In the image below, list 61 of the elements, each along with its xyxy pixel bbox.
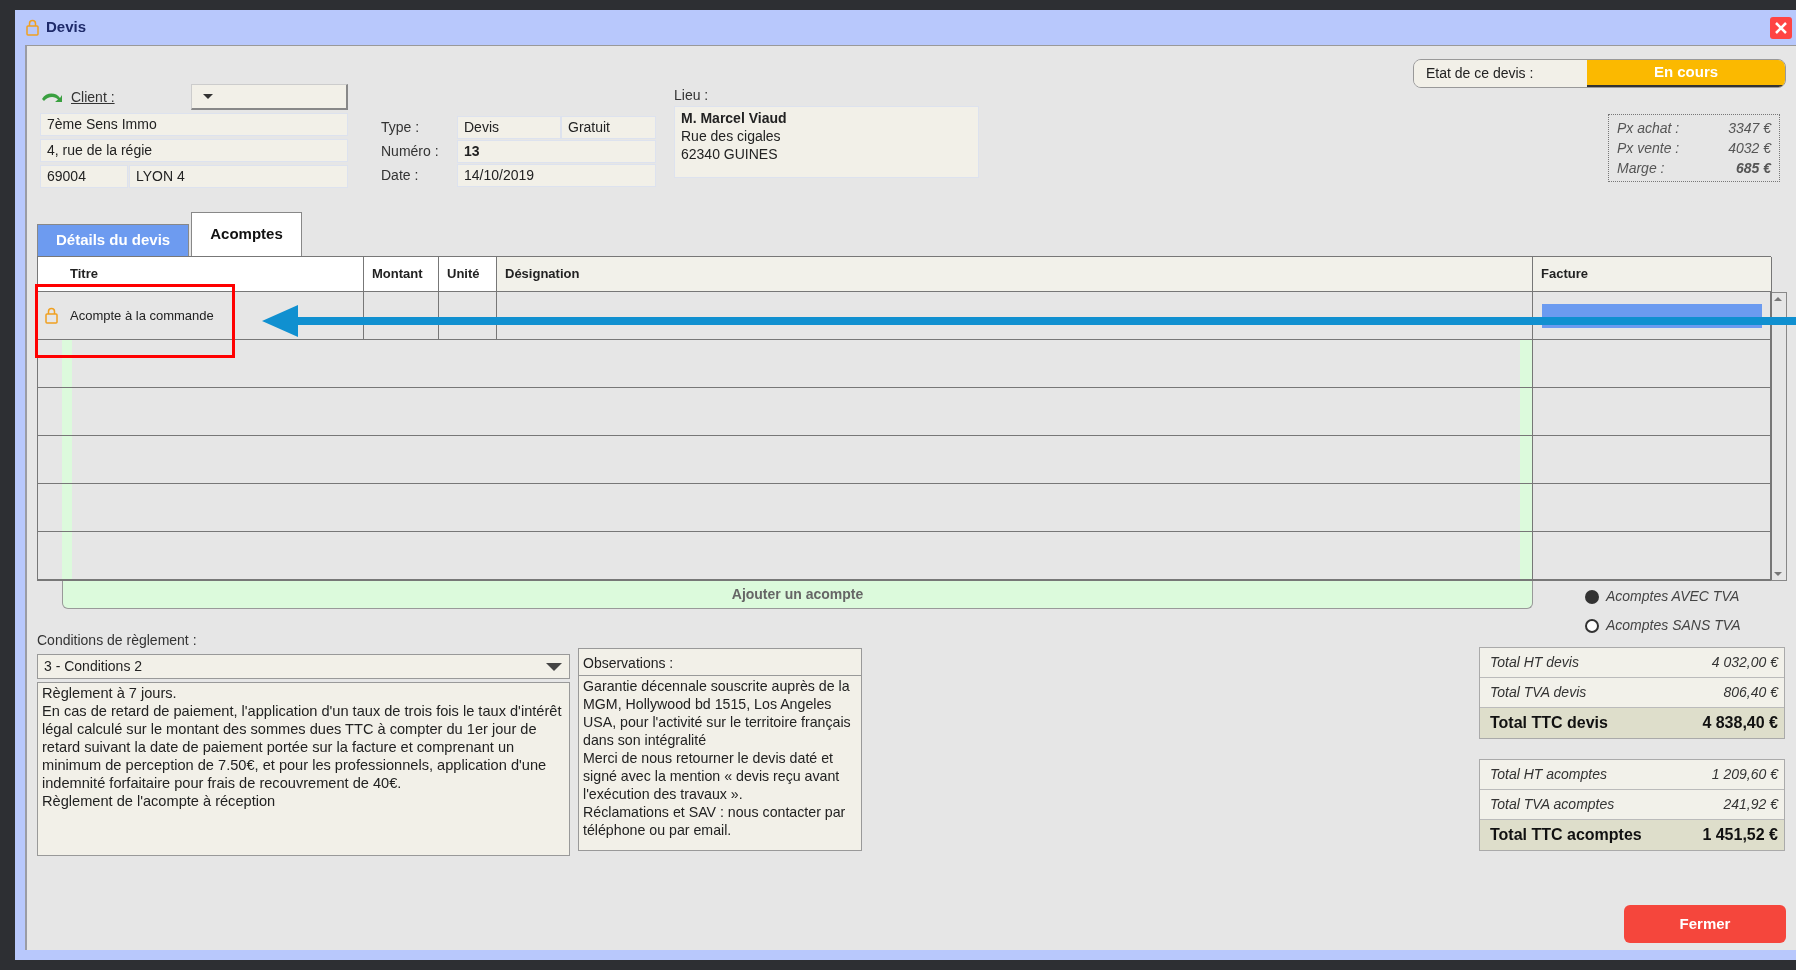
total-value: 1 451,52 € bbox=[1702, 825, 1778, 845]
field-value[interactable]: Devis bbox=[457, 116, 561, 139]
row-title: Acompte à la commande bbox=[70, 306, 214, 325]
observations-text[interactable]: Garantie décennale souscrite auprès de la MGM, Hollywood bd 1515, Los Angeles USA, pour l'activité sur le territoire français dans son intégralité Merci de nous retourner le devis daté et signé avec la mention « devis reçu avant l'exécution des travaux ». Réclamations et SAV : nous contacter par téléphone ou par email. bbox=[579, 676, 861, 840]
address-line: 62340 GUINES bbox=[681, 145, 779, 163]
price-label: Px achat : bbox=[1617, 119, 1680, 138]
total-label: Total TTC devis bbox=[1490, 713, 1608, 733]
close-icon bbox=[1773, 19, 1789, 36]
price-label: Marge : bbox=[1617, 159, 1665, 178]
status-label: Etat de ce devis : bbox=[1414, 60, 1587, 87]
column-header: Désignation bbox=[505, 265, 580, 284]
caret-icon bbox=[545, 661, 563, 672]
radio-option[interactable]: Acomptes SANS TVA bbox=[1585, 615, 1741, 636]
close-button[interactable] bbox=[1770, 16, 1792, 39]
conditions-select[interactable]: 3 - Conditions 2 bbox=[37, 654, 570, 679]
price-label: Px vente : bbox=[1617, 139, 1680, 158]
column-header: Montant bbox=[372, 265, 423, 284]
total-value: 1 209,60 € bbox=[1711, 765, 1778, 784]
client-link[interactable]: Client : bbox=[71, 86, 115, 108]
total-value: 241,92 € bbox=[1723, 795, 1778, 814]
client-name-field[interactable]: 7ème Sens Immo bbox=[40, 113, 348, 136]
status-value: En cours bbox=[1587, 60, 1785, 87]
column-header: Titre bbox=[70, 265, 98, 284]
total-label: Total TVA acomptes bbox=[1490, 795, 1615, 814]
client-dropdown[interactable] bbox=[191, 84, 348, 110]
field-value[interactable]: 14/10/2019 bbox=[457, 164, 656, 187]
price-value: 4032 € bbox=[1728, 139, 1771, 158]
total-value: 4 838,40 € bbox=[1702, 713, 1778, 733]
lock-icon bbox=[25, 19, 40, 36]
add-button[interactable]: Ajouter un acompte bbox=[62, 581, 1533, 609]
address-line: Rue des cigales bbox=[681, 127, 782, 145]
city-field[interactable]: LYON 4 bbox=[129, 165, 348, 188]
radio-button[interactable] bbox=[1585, 589, 1599, 604]
recipient-name: M. Marcel Viaud bbox=[681, 109, 788, 127]
observations-label: Observations : bbox=[579, 649, 861, 676]
field-value[interactable]: 13 bbox=[457, 140, 656, 163]
total-label: Total TTC acomptes bbox=[1490, 825, 1642, 845]
total-value: 4 032,00 € bbox=[1711, 653, 1778, 672]
total-value: 806,40 € bbox=[1723, 683, 1778, 702]
column-header: Facture bbox=[1541, 265, 1588, 284]
field-label: Type : bbox=[381, 118, 421, 137]
tab[interactable]: Acomptes bbox=[191, 212, 302, 256]
total-label: Total HT devis bbox=[1490, 653, 1579, 672]
total-label: Total TVA devis bbox=[1490, 683, 1587, 702]
window-title: Devis bbox=[46, 17, 87, 38]
field-label: Numéro : bbox=[381, 142, 440, 161]
radio-option[interactable]: Acomptes AVEC TVA bbox=[1585, 586, 1741, 607]
address-field[interactable]: 4, rue de la régie bbox=[40, 139, 348, 162]
radio-button[interactable] bbox=[1585, 618, 1599, 633]
caret-icon bbox=[202, 93, 214, 100]
lieu-label: Lieu : bbox=[674, 86, 710, 105]
postcode-field[interactable]: 69004 bbox=[40, 165, 128, 188]
conditions-label: Conditions de règlement : bbox=[37, 631, 198, 650]
total-label: Total HT acomptes bbox=[1490, 765, 1607, 784]
field-label: Date : bbox=[381, 166, 420, 185]
field-value[interactable]: Gratuit bbox=[561, 116, 656, 139]
conditions-text[interactable]: Règlement à 7 jours. En cas de retard de paiement, l'application d'un taux de trois fois le taux d'intérêt légal calculé sur le montant des sommes dues TTC à compter du 1er jour de retard suivant la date de paiement portée sur la facture et comprenant un minimum de perception de 7.50€, et pour les professionnels, application d'une indemnité forfaitaire pour frais de recouvrement de 40€. Règlement de l'acompte à réception bbox=[37, 682, 570, 856]
price-value: 3347 € bbox=[1728, 119, 1771, 138]
price-value: 685 € bbox=[1735, 159, 1771, 178]
column-header: Unité bbox=[447, 265, 480, 284]
close-button[interactable]: Fermer bbox=[1624, 905, 1786, 943]
